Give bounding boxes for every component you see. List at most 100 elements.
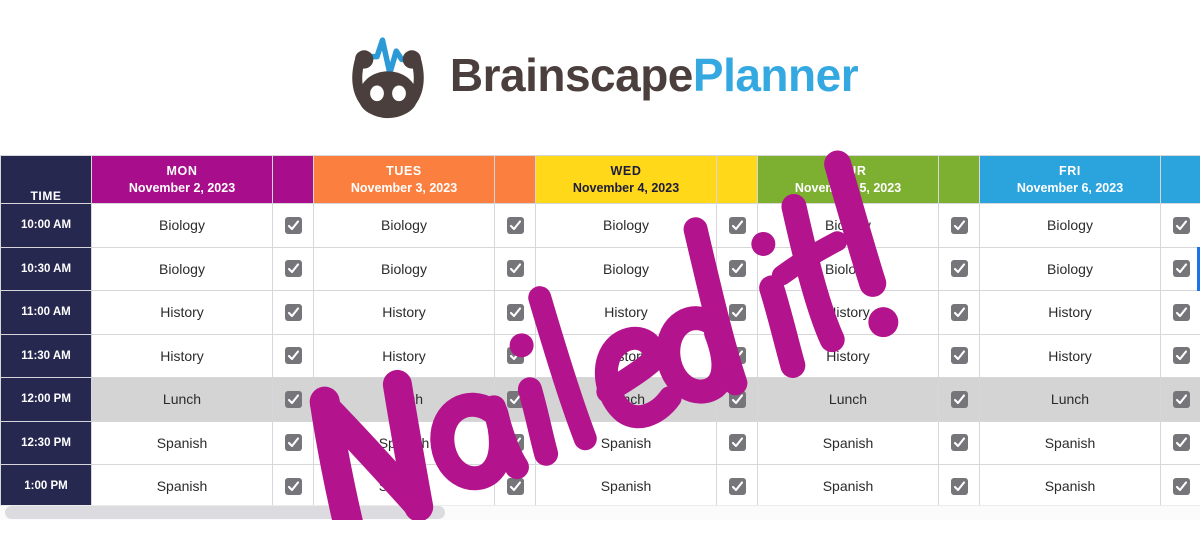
- table-row[interactable]: 10:00 AM Biology Biology Biology Biology…: [0, 203, 1200, 248]
- checkbox-cell-tues[interactable]: [494, 290, 536, 335]
- checkbox-checked-icon[interactable]: [728, 216, 746, 234]
- checkbox-cell-fri[interactable]: [1160, 290, 1200, 335]
- cell-thur[interactable]: Biology: [757, 246, 939, 291]
- column-header-thur[interactable]: THUR November 5, 2023: [757, 155, 939, 204]
- checkbox-checked-icon[interactable]: [950, 260, 968, 278]
- checkbox-cell-mon[interactable]: [272, 246, 314, 291]
- cell-thur[interactable]: Spanish: [757, 420, 939, 465]
- checkbox-checked-icon[interactable]: [506, 347, 524, 365]
- checkbox-cell-mon[interactable]: [272, 333, 314, 378]
- cell-fri[interactable]: History: [979, 290, 1161, 335]
- cell-fri[interactable]: Spanish: [979, 464, 1161, 509]
- column-header-fri[interactable]: FRI November 6, 2023: [979, 155, 1161, 204]
- checkbox-checked-icon[interactable]: [950, 477, 968, 495]
- checkbox-cell-thur[interactable]: [938, 464, 980, 509]
- cell-wed[interactable]: History: [535, 333, 717, 378]
- checkbox-cell-wed[interactable]: [716, 290, 758, 335]
- table-row[interactable]: 12:00 PM Lunch Lunch Lunch Lunch Lunch: [0, 377, 1200, 422]
- checkbox-checked-icon[interactable]: [506, 303, 524, 321]
- cell-thur[interactable]: History: [757, 333, 939, 378]
- column-header-tues[interactable]: TUES November 3, 2023: [313, 155, 495, 204]
- checkbox-cell-mon[interactable]: [272, 464, 314, 509]
- cell-fri[interactable]: Spanish: [979, 420, 1161, 465]
- checkbox-cell-fri[interactable]: [1160, 333, 1200, 378]
- table-row[interactable]: 1:00 PM Spanish Spanish Spanish Spanish …: [0, 464, 1200, 509]
- checkbox-cell-thur[interactable]: [938, 333, 980, 378]
- checkbox-checked-icon[interactable]: [1172, 390, 1190, 408]
- checkbox-checked-icon[interactable]: [950, 347, 968, 365]
- checkbox-cell-fri[interactable]: [1160, 420, 1200, 465]
- cell-mon[interactable]: Spanish: [91, 420, 273, 465]
- cell-thur[interactable]: Biology: [757, 203, 939, 248]
- checkbox-checked-icon[interactable]: [284, 260, 302, 278]
- checkbox-cell-mon[interactable]: [272, 377, 314, 422]
- checkbox-cell-wed[interactable]: [716, 333, 758, 378]
- cell-mon[interactable]: Lunch: [91, 377, 273, 422]
- checkbox-checked-icon[interactable]: [728, 260, 746, 278]
- cell-thur[interactable]: Lunch: [757, 377, 939, 422]
- checkbox-checked-icon[interactable]: [506, 390, 524, 408]
- cell-fri[interactable]: History: [979, 333, 1161, 378]
- checkbox-cell-tues[interactable]: [494, 464, 536, 509]
- cell-tues[interactable]: Biology: [313, 246, 495, 291]
- cell-wed[interactable]: Lunch: [535, 377, 717, 422]
- checkbox-cell-fri[interactable]: [1160, 203, 1200, 248]
- checkbox-checked-icon[interactable]: [728, 303, 746, 321]
- checkbox-cell-wed[interactable]: [716, 464, 758, 509]
- cell-tues[interactable]: History: [313, 333, 495, 378]
- horizontal-scrollbar-thumb[interactable]: [5, 506, 445, 519]
- column-header-wed[interactable]: WED November 4, 2023: [535, 155, 717, 204]
- checkbox-checked-icon[interactable]: [506, 260, 524, 278]
- checkbox-checked-icon[interactable]: [284, 303, 302, 321]
- checkbox-cell-mon[interactable]: [272, 203, 314, 248]
- checkbox-cell-tues[interactable]: [494, 203, 536, 248]
- checkbox-checked-icon[interactable]: [728, 347, 746, 365]
- checkbox-cell-tues[interactable]: [494, 333, 536, 378]
- checkbox-checked-icon[interactable]: [506, 434, 524, 452]
- cell-mon[interactable]: Biology: [91, 203, 273, 248]
- checkbox-checked-icon[interactable]: [728, 390, 746, 408]
- checkbox-cell-tues[interactable]: [494, 246, 536, 291]
- checkbox-checked-icon[interactable]: [1172, 434, 1190, 452]
- cell-fri[interactable]: Lunch: [979, 377, 1161, 422]
- checkbox-cell-wed[interactable]: [716, 246, 758, 291]
- checkbox-checked-icon[interactable]: [728, 434, 746, 452]
- checkbox-cell-thur[interactable]: [938, 377, 980, 422]
- checkbox-checked-icon[interactable]: [284, 477, 302, 495]
- checkbox-cell-fri[interactable]: [1160, 464, 1200, 509]
- checkbox-checked-icon[interactable]: [950, 303, 968, 321]
- cell-wed[interactable]: Biology: [535, 246, 717, 291]
- checkbox-cell-thur[interactable]: [938, 246, 980, 291]
- checkbox-checked-icon[interactable]: [284, 434, 302, 452]
- cell-fri[interactable]: Biology: [979, 246, 1161, 291]
- checkbox-cell-thur[interactable]: [938, 420, 980, 465]
- checkbox-cell-fri[interactable]: [1160, 377, 1200, 422]
- checkbox-checked-icon[interactable]: [506, 477, 524, 495]
- cell-mon[interactable]: Biology: [91, 246, 273, 291]
- cell-tues[interactable]: Lunch: [313, 377, 495, 422]
- cell-wed[interactable]: Spanish: [535, 464, 717, 509]
- cell-mon[interactable]: History: [91, 333, 273, 378]
- table-row[interactable]: 11:30 AM History History History History…: [0, 333, 1200, 378]
- checkbox-checked-icon[interactable]: [1172, 216, 1190, 234]
- checkbox-checked-icon[interactable]: [1172, 347, 1190, 365]
- checkbox-cell-mon[interactable]: [272, 420, 314, 465]
- checkbox-checked-icon[interactable]: [950, 434, 968, 452]
- cell-thur[interactable]: Spanish: [757, 464, 939, 509]
- checkbox-cell-wed[interactable]: [716, 420, 758, 465]
- checkbox-checked-icon[interactable]: [950, 216, 968, 234]
- cell-tues[interactable]: History: [313, 290, 495, 335]
- checkbox-cell-thur[interactable]: [938, 290, 980, 335]
- checkbox-checked-icon[interactable]: [950, 390, 968, 408]
- checkbox-cell-thur[interactable]: [938, 203, 980, 248]
- checkbox-checked-icon[interactable]: [1172, 303, 1190, 321]
- table-row[interactable]: 12:30 PM Spanish Spanish Spanish Spanish…: [0, 420, 1200, 465]
- checkbox-cell-mon[interactable]: [272, 290, 314, 335]
- column-header-mon[interactable]: MON November 2, 2023: [91, 155, 273, 204]
- checkbox-checked-icon[interactable]: [284, 216, 302, 234]
- checkbox-cell-tues[interactable]: [494, 377, 536, 422]
- checkbox-checked-icon[interactable]: [284, 347, 302, 365]
- cell-wed[interactable]: Spanish: [535, 420, 717, 465]
- table-row[interactable]: 11:00 AM History History History History…: [0, 290, 1200, 335]
- checkbox-checked-icon[interactable]: [1172, 260, 1190, 278]
